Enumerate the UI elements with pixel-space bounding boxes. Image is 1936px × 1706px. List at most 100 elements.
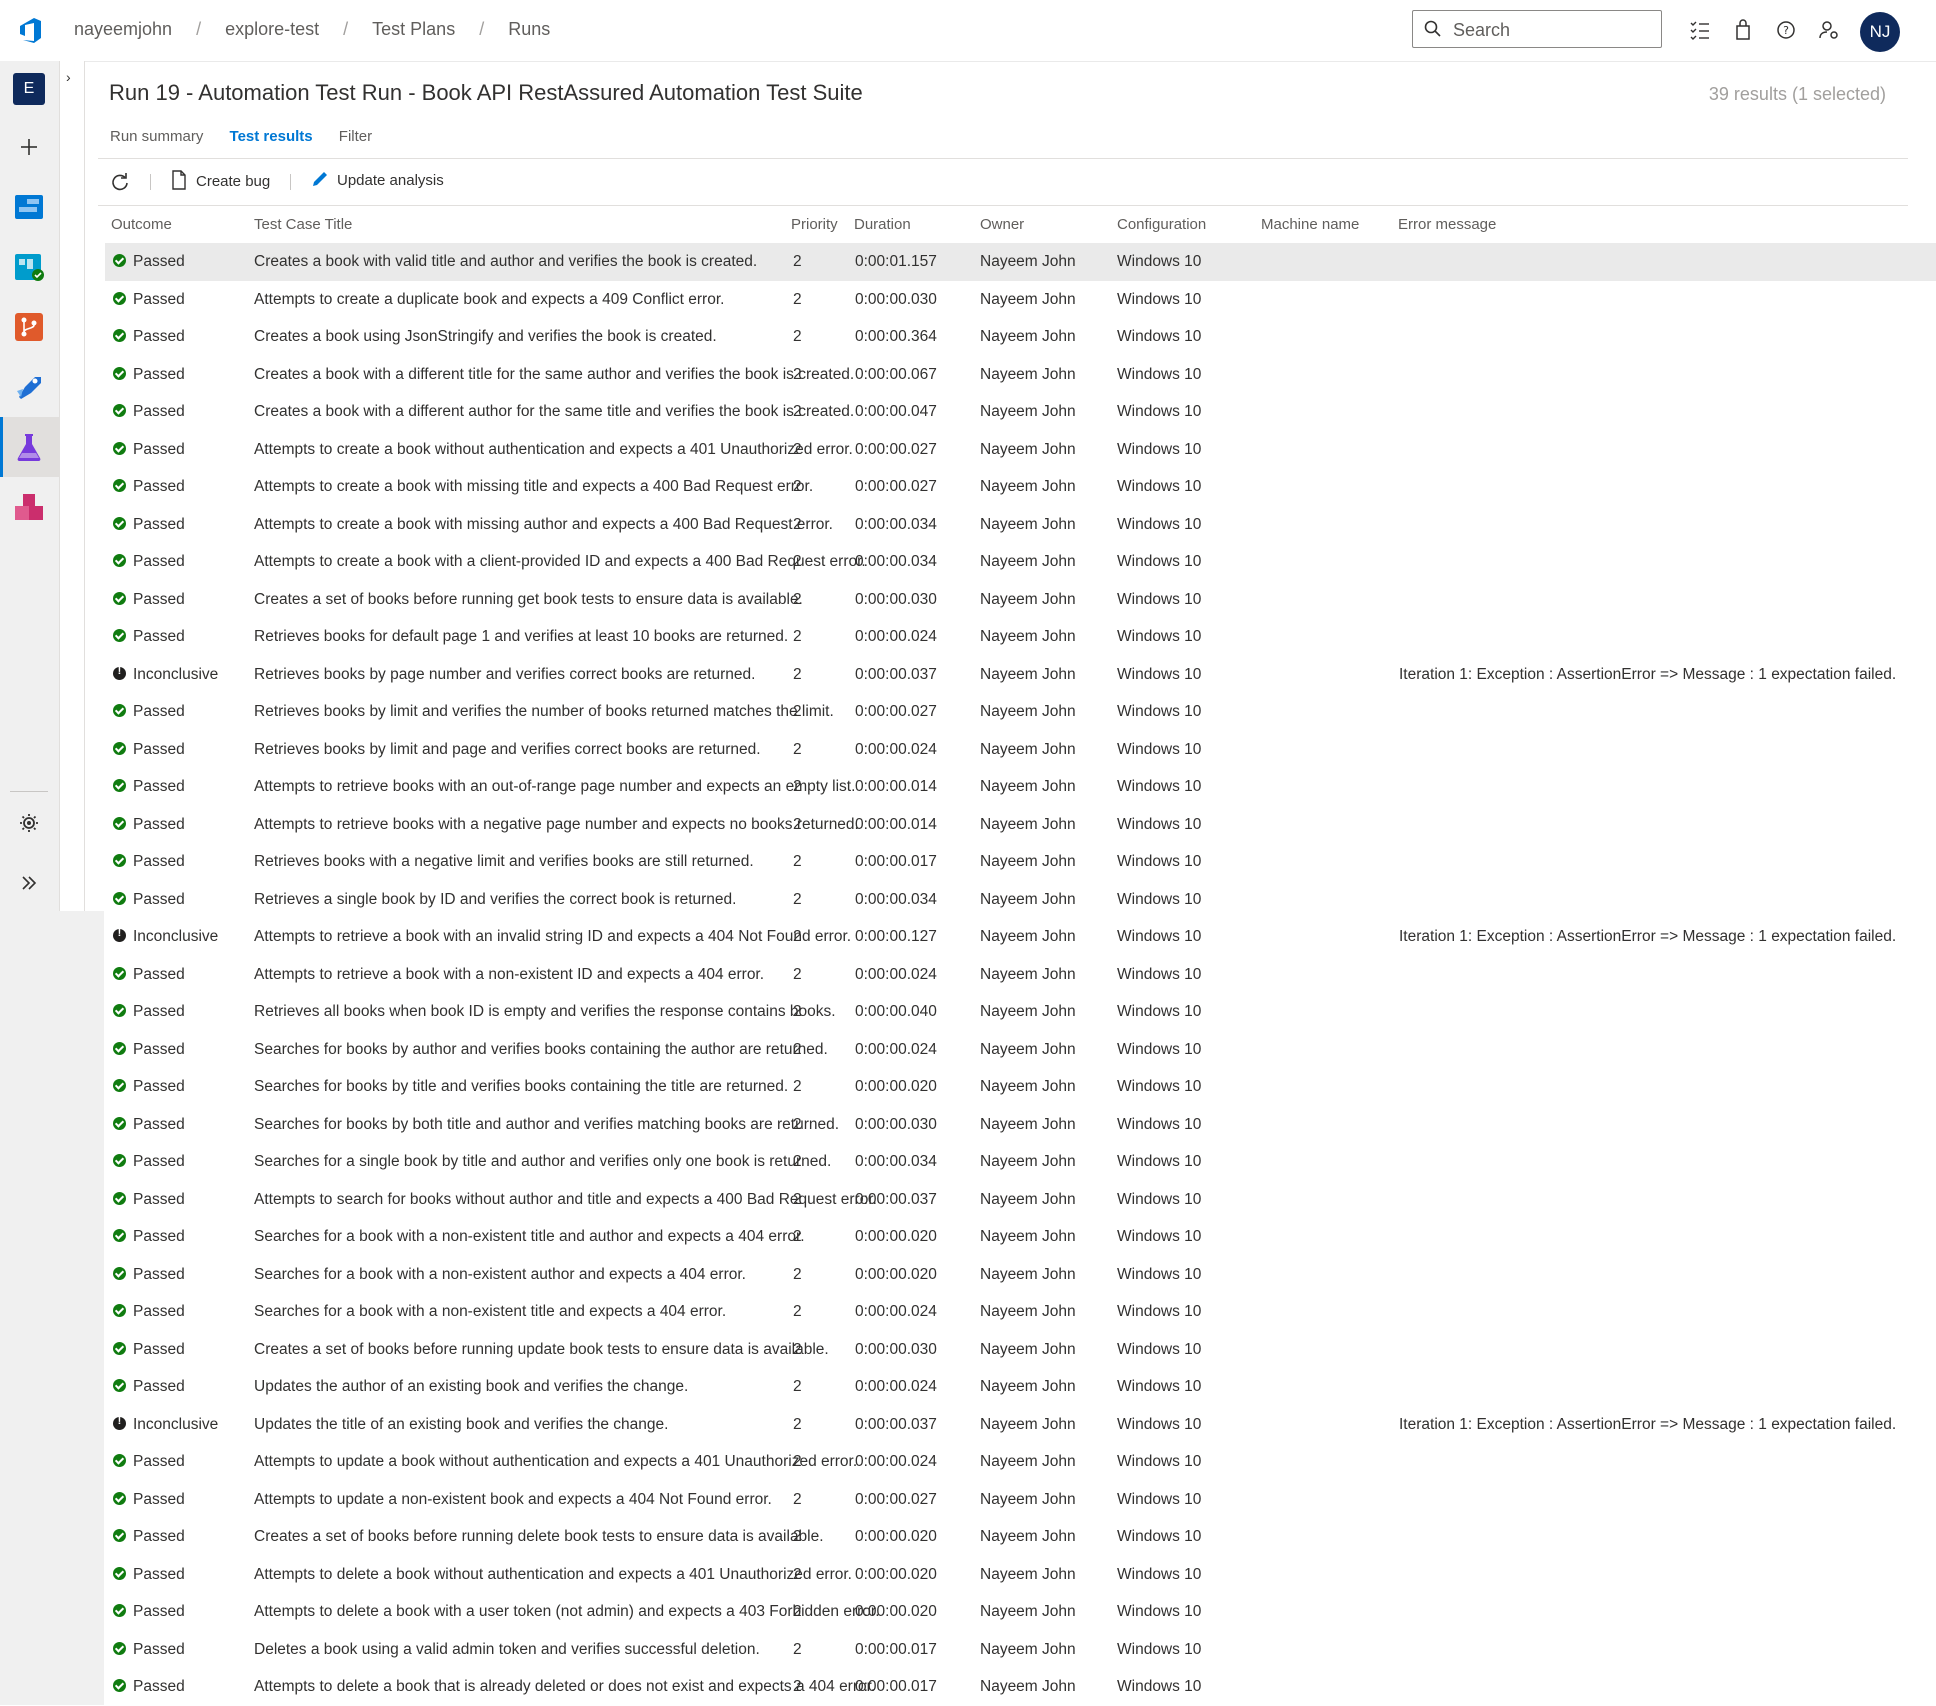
passed-check-icon [113,1679,126,1692]
column-header-machine-name[interactable]: Machine name [1261,216,1359,236]
table-row[interactable]: Passed Searches for books by title and ve… [105,1068,1936,1106]
duration-cell: 0:00:00.067 [855,365,937,383]
table-row[interactable]: Passed Creates a set of books before runn… [105,1331,1936,1369]
nav-overview[interactable] [0,177,59,237]
nav-boards[interactable] [0,237,59,297]
table-row[interactable]: Passed Attempts to delete a book that is … [105,1668,1936,1706]
table-row[interactable]: Passed Attempts to update a non-existent … [105,1481,1936,1519]
nav-test-plans[interactable] [0,417,59,477]
nav-project[interactable]: E [0,61,59,121]
priority-cell: 2 [793,1340,802,1358]
table-row[interactable]: Passed Attempts to create a book with mis… [105,506,1936,544]
nav-project-settings[interactable] [0,793,59,853]
error-message-cell: Iteration 1: Exception : AssertionError … [1399,665,1897,683]
table-row[interactable]: Passed Attempts to search for books witho… [105,1181,1936,1219]
table-row[interactable]: Passed Attempts to delete a book without … [105,1556,1936,1594]
nav-artifacts[interactable] [0,477,59,537]
table-row[interactable]: InconclusiveUpdates the title of an exis… [105,1406,1936,1444]
table-row[interactable]: Passed Creates a book with a different au… [105,393,1936,431]
column-header-error-message[interactable]: Error message [1398,216,1496,236]
refresh-icon[interactable] [110,172,130,192]
owner-cell: Nayeem John [980,1565,1076,1583]
document-icon [172,170,186,190]
table-row[interactable]: Passed Attempts to create a book without … [105,431,1936,469]
column-header-configuration[interactable]: Configuration [1117,216,1206,236]
outcome-cell: Passed [113,1266,233,1284]
table-row[interactable]: Passed Creates a book using JsonStringify… [105,318,1936,356]
outcome-cell: Passed [113,1641,233,1659]
table-row[interactable]: InconclusiveAttempts to retrieve a book … [105,918,1936,956]
create-bug-button[interactable]: Create bug [170,170,270,190]
table-row[interactable]: Passed Attempts to retrieve a book with a… [105,956,1936,994]
table-row[interactable]: Passed Attempts to create a book with mis… [105,468,1936,506]
table-row[interactable]: Passed Retrieves books with a negative li… [105,843,1936,881]
column-header-duration[interactable]: Duration [854,216,911,236]
search-box[interactable]: Search [1412,10,1662,48]
priority-cell: 2 [793,1453,802,1470]
breadcrumb-test-plans[interactable]: Test Plans [372,19,455,39]
duration-cell: 0:00:00.040 [855,1003,937,1020]
priority-cell: 2 [793,1678,802,1695]
table-row[interactable]: InconclusiveRetrieves books by page numb… [105,656,1936,694]
table-row[interactable]: Passed Retrieves a single book by ID and … [105,881,1936,919]
table-row[interactable]: Passed Searches for a book with a non-exi… [105,1293,1936,1331]
table-row[interactable]: Passed Attempts to create a book with a c… [105,543,1936,581]
column-header-outcome[interactable]: Outcome [111,216,172,236]
top-bar: nayeemjohn / explore-test / Test Plans / Runs … [0,0,1936,62]
owner-cell: Nayeem John [980,1678,1076,1695]
owner-cell: Nayeem John [980,440,1076,458]
tab-filter[interactable]: Filter [339,128,372,145]
duration-cell: 0:00:00.364 [855,328,937,345]
passed-check-icon [113,629,126,642]
table-row[interactable]: Passed Creates a set of books before runn… [105,581,1936,619]
breadcrumb-project[interactable]: explore-test [225,19,319,39]
priority-cell: 2 [793,815,802,833]
outcome-label: Inconclusive [133,928,219,945]
duration-cell: 0:00:00.024 [855,740,937,758]
column-header-owner[interactable]: Owner [980,216,1024,236]
inconclusive-icon [113,666,126,680]
table-row[interactable]: Passed Searches for books by author and v… [105,1031,1936,1069]
table-row[interactable]: Passed Searches for a book with a non-exi… [105,1256,1936,1294]
nav-pipelines[interactable] [0,357,59,417]
table-row[interactable]: Passed Creates a set of books before runn… [105,1518,1936,1556]
table-row[interactable]: Passed Retrieves books by limit and page … [105,731,1936,769]
nav-expand-rail[interactable] [0,853,59,913]
priority-cell: 2 [793,1265,802,1283]
shopping-bag-icon[interactable] [1731,18,1755,42]
table-row[interactable]: Passed Retrieves all books when book ID i… [105,993,1936,1031]
table-row[interactable]: Passed Deletes a book using a valid admin… [105,1631,1936,1669]
table-row[interactable]: Passed Searches for a book with a non-exi… [105,1218,1936,1256]
table-row[interactable]: Passed Creates a book with a different ti… [105,356,1936,394]
table-row[interactable]: Passed Attempts to create a duplicate boo… [105,281,1936,319]
table-row[interactable]: Passed Retrieves books for default page 1… [105,618,1936,656]
table-row[interactable]: Passed Retrieves books by limit and verif… [105,693,1936,731]
user-avatar[interactable]: NJ [1860,12,1900,52]
user-settings-icon[interactable] [1817,18,1841,42]
table-row[interactable]: Passed Attempts to retrieve books with a … [105,806,1936,844]
breadcrumb-runs[interactable]: Runs [508,19,550,39]
column-header-priority[interactable]: Priority [791,216,838,236]
table-row[interactable]: Passed Searches for books by both title a… [105,1106,1936,1144]
table-row[interactable]: Passed Creates a book with valid title an… [105,243,1936,281]
table-row[interactable]: Passed Attempts to delete a book with a u… [105,1593,1936,1631]
tab-run-summary[interactable]: Run summary [110,128,203,145]
nav-new[interactable] [0,117,59,177]
outcome-label: Passed [133,253,185,270]
left-navigation-rail: E [0,61,60,911]
duration-cell: 0:00:00.020 [855,1603,937,1620]
table-row[interactable]: Passed Updates the author of an existing … [105,1368,1936,1406]
column-header-title[interactable]: Test Case Title [254,216,352,236]
azure-devops-logo-icon[interactable] [15,15,45,45]
table-row[interactable]: Passed Searches for a single book by titl… [105,1143,1936,1181]
work-items-list-icon[interactable] [1688,18,1712,42]
table-row[interactable]: Passed Attempts to update a book without … [105,1443,1936,1481]
nav-repos[interactable] [0,297,59,357]
configuration-cell: Windows 10 [1117,853,1202,870]
breadcrumb-organization[interactable]: nayeemjohn [74,19,172,39]
side-panel-expander[interactable]: › [60,61,85,911]
table-row[interactable]: Passed Attempts to retrieve books with an… [105,768,1936,806]
help-icon[interactable]: ? [1774,18,1798,42]
update-analysis-button[interactable]: Update analysis [311,170,444,189]
tab-test-results[interactable]: Test results [230,128,313,145]
